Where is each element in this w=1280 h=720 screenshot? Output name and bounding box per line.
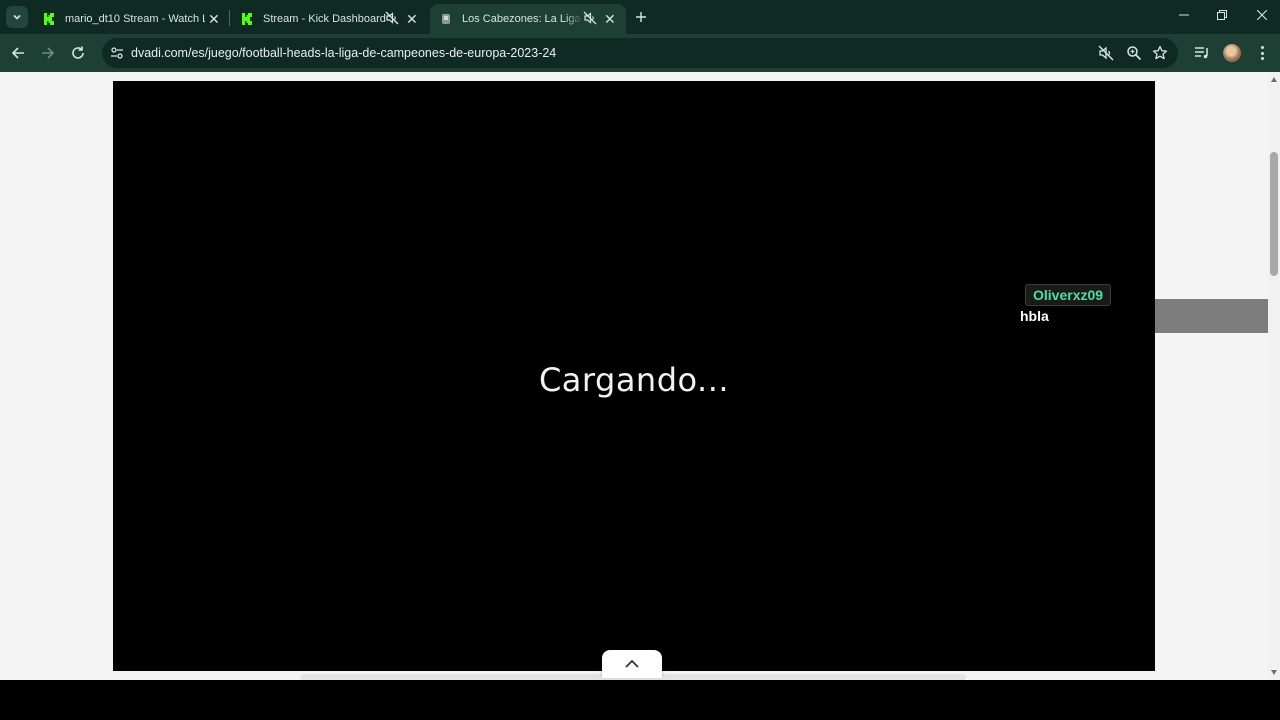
- reload-button[interactable]: [68, 43, 88, 63]
- chevron-down-icon: [13, 14, 21, 20]
- tab-title: Stream - Kick Dashboard: [263, 13, 386, 25]
- close-icon[interactable]: ✕: [406, 12, 418, 26]
- zoom-icon[interactable]: [1126, 45, 1142, 61]
- loading-text: Cargando...: [538, 361, 730, 399]
- arrow-left-icon: [11, 47, 24, 59]
- tab-strip: mario_dt10 Stream - Watch Live ✕ Stream …: [0, 0, 1280, 34]
- tab-los-cabezones[interactable]: Los Cabezones: La Liga de Campeones ✕: [430, 4, 626, 34]
- muted-speaker-icon[interactable]: [1098, 45, 1114, 61]
- close-window-button[interactable]: [1252, 6, 1272, 26]
- muted-speaker-icon[interactable]: [385, 11, 399, 28]
- tab-title: Los Cabezones: La Liga de Campeones: [462, 13, 583, 25]
- minimize-icon: [1179, 14, 1189, 16]
- expand-panel-button[interactable]: [602, 650, 662, 678]
- tab-kick-dashboard[interactable]: Stream - Kick Dashboard ✕: [234, 4, 424, 34]
- url-text[interactable]: dvadi.com/es/juego/football-heads-la-lig…: [131, 46, 556, 60]
- close-icon[interactable]: ✕: [604, 12, 616, 26]
- back-button[interactable]: [8, 43, 28, 63]
- muted-speaker-icon[interactable]: [583, 11, 597, 28]
- close-icon[interactable]: ✕: [208, 12, 220, 26]
- browser-menu-icon[interactable]: [1256, 44, 1268, 62]
- side-panel-strip: [1155, 299, 1268, 333]
- tab-search-button[interactable]: [6, 6, 28, 28]
- scroll-up-arrow[interactable]: [1271, 77, 1277, 82]
- page-viewport: Cargando... Oliverxz09 hbla: [0, 72, 1268, 680]
- restore-button[interactable]: [1212, 6, 1232, 26]
- game-canvas[interactable]: Cargando...: [113, 81, 1155, 671]
- tab-mario-stream[interactable]: mario_dt10 Stream - Watch Live ✕: [36, 4, 226, 34]
- chevron-up-icon: [625, 659, 639, 668]
- chat-message: hbla: [1020, 308, 1049, 324]
- new-tab-button[interactable]: [632, 8, 650, 26]
- address-bar[interactable]: dvadi.com/es/juego/football-heads-la-lig…: [102, 38, 1178, 68]
- tab-separator: [229, 10, 230, 26]
- media-controls-icon[interactable]: [1193, 44, 1211, 62]
- forward-button[interactable]: [38, 43, 58, 63]
- kick-logo-icon: [41, 11, 57, 27]
- restore-icon: [1217, 10, 1227, 20]
- vertical-scrollbar[interactable]: [1268, 72, 1280, 680]
- taskbar-area: [0, 680, 1280, 720]
- tab-title: mario_dt10 Stream - Watch Live: [65, 13, 205, 25]
- bookmark-star-icon[interactable]: [1152, 45, 1168, 61]
- scroll-down-arrow[interactable]: [1271, 670, 1277, 675]
- kick-logo-icon: [239, 11, 255, 27]
- minimize-button[interactable]: [1174, 6, 1194, 26]
- close-icon: [1256, 9, 1268, 21]
- profile-avatar[interactable]: [1223, 44, 1241, 62]
- chat-username: Oliverxz09: [1025, 284, 1112, 306]
- game-favicon-icon: [438, 11, 454, 27]
- scrollbar-thumb[interactable]: [1270, 152, 1278, 276]
- reload-icon: [72, 46, 84, 59]
- arrow-right-icon: [42, 47, 55, 59]
- browser-toolbar: dvadi.com/es/juego/football-heads-la-lig…: [0, 34, 1280, 72]
- plus-icon: [636, 12, 646, 22]
- site-info-icon[interactable]: [108, 44, 126, 62]
